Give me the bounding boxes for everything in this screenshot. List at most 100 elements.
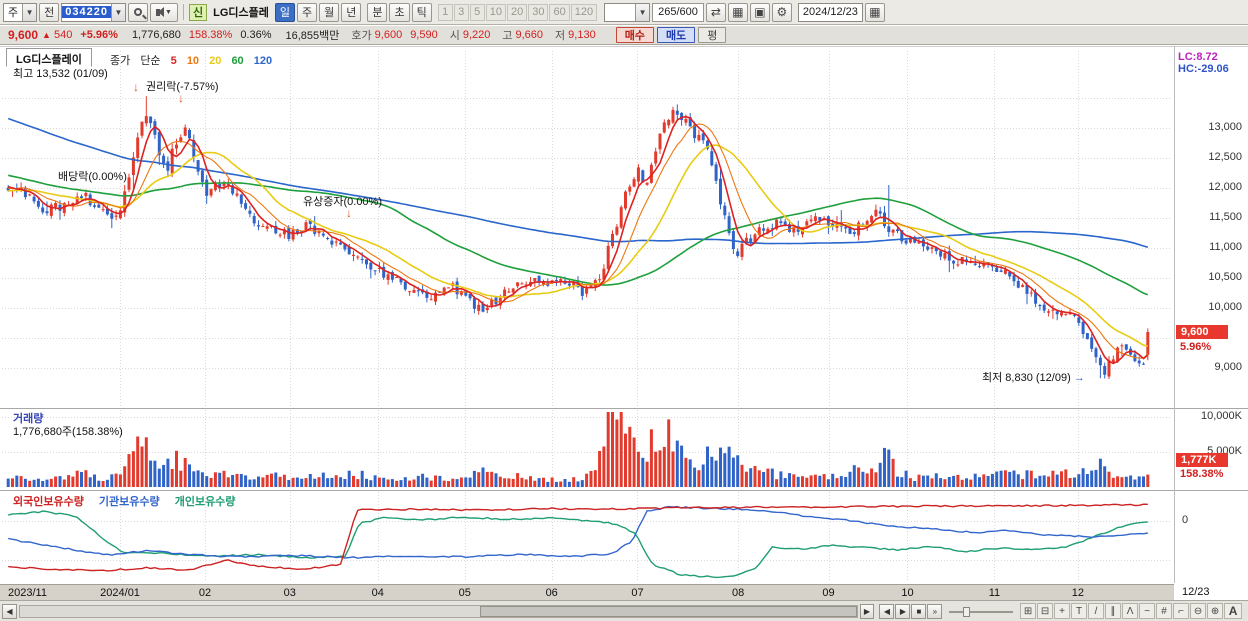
sell-button[interactable]: 매도 xyxy=(656,27,696,43)
x-axis-label: 06 xyxy=(545,587,558,599)
current-price-pct-axis: 5.96% xyxy=(1180,341,1212,353)
foreign-holdings-label: 외국인보유수량 xyxy=(13,496,84,508)
volume-pane-detail: 1,776,680주(158.38%) xyxy=(13,426,123,438)
x-axis-label: 04 xyxy=(371,587,384,599)
interval-button-1[interactable]: 1 xyxy=(437,3,453,21)
avg-button[interactable]: 평 xyxy=(698,27,727,43)
stock-code-value: 034220 xyxy=(62,6,111,18)
search-button[interactable] xyxy=(127,2,148,22)
credit-badge: 신 xyxy=(188,3,208,21)
font-size-icon[interactable]: A xyxy=(1224,603,1243,619)
price-axis-label: 12,500 xyxy=(1208,151,1242,163)
period-week-button[interactable]: 주 xyxy=(296,2,318,22)
x-axis-label: 10 xyxy=(901,587,914,599)
individual-holdings-label: 개인보유수량 xyxy=(174,496,236,508)
high-label: 고 xyxy=(502,30,513,42)
price-axis-label: 12,000 xyxy=(1208,181,1242,193)
price-axis-label: 13,000 xyxy=(1208,121,1242,133)
period-tick-button[interactable]: 틱 xyxy=(411,2,432,22)
chart-style-icon[interactable]: ▦ xyxy=(727,2,748,22)
grid-tool-icon[interactable]: # xyxy=(1156,603,1173,619)
save-icon[interactable]: ▣ xyxy=(749,2,770,22)
price-axis-label: 10,000 xyxy=(1208,301,1242,313)
interval-button-5[interactable]: 5 xyxy=(469,3,485,21)
crosshair-icon[interactable]: + xyxy=(1054,603,1071,619)
compare-icon[interactable]: ⇄ xyxy=(705,2,726,22)
high-price: 9,660 xyxy=(515,29,544,41)
x-axis-label: 2024/01 xyxy=(100,587,140,599)
chart-scrollbar-track[interactable] xyxy=(18,604,858,618)
price-change-pct: +5.96% xyxy=(80,29,118,41)
calendar-icon[interactable]: ▦ xyxy=(864,2,885,22)
sound-alert-button[interactable]: ▼ xyxy=(149,2,178,22)
chevron-down-icon[interactable]: ▼ xyxy=(110,3,125,21)
date-value: 2024/12/23 xyxy=(802,6,858,18)
legend-ma5: 5 xyxy=(170,55,177,67)
curve-tool-icon[interactable]: ~ xyxy=(1139,603,1156,619)
prev-stock-button[interactable]: 전 xyxy=(39,2,60,22)
annotation-offering: 유상증자(0.00%) xyxy=(303,196,382,208)
interval-button-10[interactable]: 10 xyxy=(485,3,506,21)
zoom-slider-handle[interactable] xyxy=(963,606,971,617)
x-axis-label: 07 xyxy=(631,587,644,599)
current-price-axis-box: 9,600 xyxy=(1176,325,1228,339)
date-input[interactable]: 2024/12/23 xyxy=(797,2,863,22)
ownership-axis-label: 0 xyxy=(1182,514,1189,526)
interval-button-20[interactable]: 20 xyxy=(506,3,528,21)
legend-price-type: 종가 xyxy=(110,55,131,67)
zoom-in-icon[interactable]: ⊕ xyxy=(1207,603,1224,619)
parallel-line-icon[interactable]: ∥ xyxy=(1105,603,1122,619)
lc-indicator: LC:8.72 xyxy=(1178,51,1218,63)
chevron-down-icon: ▼ xyxy=(165,8,172,16)
interval-button-30[interactable]: 30 xyxy=(528,3,549,21)
chart-type-dropdown[interactable]: ▼ xyxy=(604,2,651,22)
legend-ma60: 60 xyxy=(231,55,244,67)
trendline-icon[interactable]: / xyxy=(1088,603,1105,619)
open-price: 9,220 xyxy=(462,29,491,41)
chevron-down-icon[interactable]: ▼ xyxy=(22,3,37,21)
x-axis-strip: 2023/11 2024/01 02 03 04 05 06 07 08 09 10 11 12 xyxy=(0,584,1174,600)
x-axis-label: 05 xyxy=(458,587,471,599)
period-dropdown[interactable]: 주 ▼ xyxy=(3,2,38,22)
period-minute-button[interactable]: 분 xyxy=(367,2,388,22)
period-year-button[interactable]: 년 xyxy=(341,2,362,22)
step-back-button[interactable]: ◀ xyxy=(879,603,895,619)
period-day-button[interactable]: 일 xyxy=(274,2,295,22)
triangle-pattern-icon[interactable]: Λ xyxy=(1122,603,1139,619)
chevron-down-icon[interactable]: ▼ xyxy=(635,3,650,21)
interval-button-60[interactable]: 60 xyxy=(549,3,570,21)
period-second-button[interactable]: 초 xyxy=(389,2,410,22)
buy-button[interactable]: 매수 xyxy=(615,27,654,43)
x-axis-label: 03 xyxy=(283,587,296,599)
down-arrow-icon: ↓ xyxy=(178,91,184,105)
legend-ma120: 120 xyxy=(253,55,273,67)
quote-bar: 9,600 ▲ 540 +5.96% 1,776,680 158.38% 0.3… xyxy=(0,26,1248,45)
speaker-icon xyxy=(156,6,164,17)
add-panel-icon[interactable]: ⊟ xyxy=(1037,603,1054,619)
stock-name-label: LG디스플레 xyxy=(213,7,269,19)
split-screen-icon[interactable]: ⊞ xyxy=(1020,603,1037,619)
turnover-ratio: 0.36% xyxy=(240,29,272,41)
jump-end-button[interactable]: » xyxy=(927,603,943,619)
up-arrow-icon: ▲ xyxy=(42,30,51,40)
price-change: 540 xyxy=(53,29,73,41)
period-month-button[interactable]: 월 xyxy=(319,2,340,22)
scroll-right-button[interactable]: ▶ xyxy=(859,603,875,619)
scroll-left-button[interactable]: ◀ xyxy=(2,603,17,619)
down-arrow-icon: ↓ xyxy=(346,206,352,220)
zoom-out-icon[interactable]: ⊖ xyxy=(1190,603,1207,619)
annotation-high: 최고 13,532 (01/09) xyxy=(13,68,108,80)
price-axis-label: 11,500 xyxy=(1209,211,1242,223)
x-axis-label: 02 xyxy=(198,587,212,599)
gear-icon[interactable]: ⚙ xyxy=(771,2,792,22)
stock-code-input[interactable]: 034220 ▼ xyxy=(61,2,126,22)
stop-button[interactable]: ■ xyxy=(911,603,927,619)
price-axis-label: 9,000 xyxy=(1214,361,1242,373)
text-tool-icon[interactable]: T xyxy=(1071,603,1088,619)
step-forward-button[interactable]: ▶ xyxy=(895,603,911,619)
chart-scrollbar-thumb[interactable] xyxy=(480,605,857,617)
eraser-icon[interactable]: ⌐ xyxy=(1173,603,1190,619)
zoom-slider[interactable] xyxy=(949,604,1014,619)
interval-button-3[interactable]: 3 xyxy=(453,3,469,21)
interval-button-120[interactable]: 120 xyxy=(570,3,598,21)
